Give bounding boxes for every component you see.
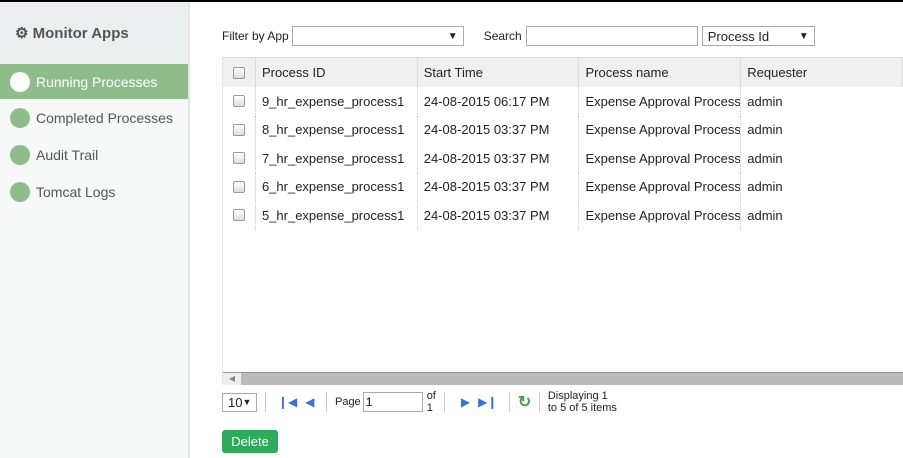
- filter-app-select[interactable]: ▼: [291, 26, 464, 46]
- table-cell: 24-08-2015 03:37 PM: [418, 144, 580, 173]
- search-label: Search: [483, 29, 522, 43]
- sidebar: ⚙ Monitor Apps Running Processes Complet…: [0, 2, 190, 458]
- column-header[interactable]: Requester: [741, 58, 903, 87]
- sidebar-item-label: Completed Processes: [36, 109, 173, 126]
- first-page-icon[interactable]: ❙◀: [278, 395, 297, 409]
- scroll-left-icon[interactable]: ◀: [223, 373, 241, 385]
- sidebar-item-audit-trail[interactable]: Audit Trail: [0, 136, 188, 173]
- table-row[interactable]: 5_hr_expense_process1 24-08-2015 03:37 PM…: [223, 201, 903, 230]
- filter-bar: Filter by App ▼ Search Process Id ▼: [222, 26, 902, 46]
- sidebar-item-label: Audit Trail: [36, 146, 99, 163]
- filter-label: Filter by App: [222, 29, 289, 43]
- horizontal-scrollbar[interactable]: ◀: [223, 372, 903, 385]
- table-cell: 9_hr_expense_process1: [256, 87, 418, 116]
- app-title: Monitor Apps: [32, 25, 129, 42]
- sidebar-item-completed-processes[interactable]: Completed Processes: [0, 99, 188, 136]
- sidebar-header: ⚙ Monitor Apps: [0, 2, 188, 64]
- table-cell: 6_hr_expense_process1: [256, 172, 418, 201]
- row-checkbox[interactable]: [223, 115, 256, 144]
- table-cell: 24-08-2015 06:17 PM: [418, 87, 580, 116]
- table-cell: 24-08-2015 03:37 PM: [418, 201, 580, 230]
- table-cell: Expense Approval Process: [579, 144, 742, 173]
- table-cell: 5_hr_expense_process1: [256, 201, 418, 230]
- table-row[interactable]: 9_hr_expense_process1 24-08-2015 06:17 PM…: [223, 87, 903, 116]
- table-row[interactable]: 8_hr_expense_process1 24-08-2015 03:37 PM…: [223, 115, 903, 144]
- table-cell: 24-08-2015 03:37 PM: [418, 115, 580, 144]
- table-cell: admin: [747, 179, 783, 195]
- circle-icon: [10, 71, 30, 92]
- table-cell: 8_hr_expense_process1: [256, 115, 418, 144]
- table-cell: admin: [747, 93, 783, 109]
- row-checkbox[interactable]: [223, 87, 256, 116]
- sidebar-item-label: Running Processes: [36, 73, 158, 90]
- next-page-icon[interactable]: ▶: [461, 395, 470, 409]
- prev-page-icon[interactable]: ◀: [305, 395, 314, 409]
- table-cell: Expense Approval Process: [579, 115, 742, 144]
- dashboard-icon: ⚙: [15, 25, 33, 42]
- process-grid: Process ID Start Time Process name Reque…: [222, 57, 903, 385]
- dropdown-arrow-icon: ▼: [242, 397, 252, 407]
- row-checkbox[interactable]: [223, 201, 256, 230]
- search-field-value: Process Id: [707, 28, 770, 44]
- sidebar-item-tomcat-logs[interactable]: Tomcat Logs: [0, 173, 188, 210]
- circle-icon: [10, 181, 30, 202]
- divider: [509, 392, 510, 412]
- table-row[interactable]: 7_hr_expense_process1 24-08-2015 03:37 PM…: [223, 144, 903, 173]
- table-cell: admin: [747, 150, 783, 166]
- page-size-value: 10: [228, 394, 243, 410]
- divider: [539, 392, 540, 412]
- dropdown-arrow-icon: ▼: [798, 30, 809, 42]
- table-row[interactable]: 6_hr_expense_process1 24-08-2015 03:37 PM…: [223, 172, 903, 201]
- search-input[interactable]: [525, 26, 698, 46]
- circle-icon: [10, 144, 30, 165]
- table-cell: admin: [747, 122, 783, 138]
- page-size-select[interactable]: 10 ▼: [222, 392, 258, 412]
- sidebar-item-running-processes[interactable]: Running Processes: [0, 64, 188, 99]
- row-checkbox[interactable]: [223, 172, 256, 201]
- table-cell: Expense Approval Process: [579, 87, 742, 116]
- divider: [265, 392, 266, 412]
- table-cell: 7_hr_expense_process1: [256, 144, 418, 173]
- table-cell: admin: [747, 207, 783, 223]
- grid-header: Process ID Start Time Process name Reque…: [223, 57, 903, 87]
- column-header[interactable]: Process name: [579, 58, 742, 87]
- table-cell: Expense Approval Process: [579, 172, 742, 201]
- divider: [326, 392, 327, 412]
- delete-button[interactable]: Delete: [222, 430, 278, 453]
- refresh-icon[interactable]: ↻: [518, 392, 531, 412]
- divider: [444, 392, 445, 412]
- page-label: Page: [334, 396, 361, 408]
- dropdown-arrow-icon: ▼: [447, 30, 458, 42]
- circle-icon: [10, 107, 30, 128]
- column-header[interactable]: Process ID: [256, 58, 418, 87]
- page-input[interactable]: [362, 392, 423, 412]
- pager-status: Displaying 1 to 5 of 5 items: [547, 390, 617, 414]
- page-count: of 1: [426, 390, 436, 414]
- select-all-checkbox[interactable]: [223, 58, 256, 87]
- last-page-icon[interactable]: ▶❙: [478, 395, 497, 409]
- row-checkbox[interactable]: [223, 144, 256, 173]
- pager: 10▼ ❙◀ ◀ Page of 1 ▶ ▶❙ ↻ Displaying 1 t…: [222, 390, 617, 414]
- table-cell: Expense Approval Process: [579, 201, 742, 230]
- table-cell: 24-08-2015 03:37 PM: [418, 172, 580, 201]
- sidebar-item-label: Tomcat Logs: [36, 183, 116, 200]
- search-field-select[interactable]: Process Id ▼: [701, 26, 815, 46]
- column-header[interactable]: Start Time: [418, 58, 580, 87]
